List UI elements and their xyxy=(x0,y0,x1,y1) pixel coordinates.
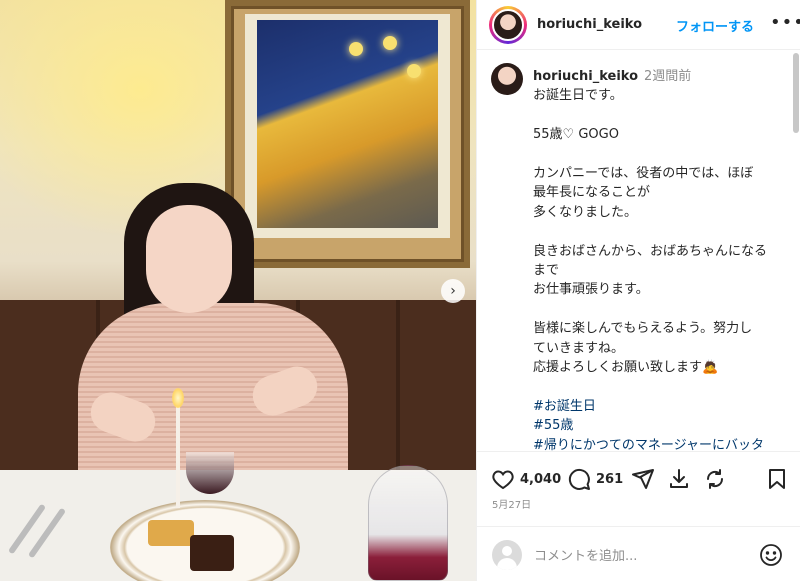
like-count[interactable]: 4,040 xyxy=(520,472,561,487)
comment-count[interactable]: 261 xyxy=(596,472,623,487)
comment-bar xyxy=(477,526,800,581)
send-icon xyxy=(632,469,654,489)
caption-username[interactable]: horiuchi_keiko xyxy=(533,69,638,84)
post-header: horiuchi_keiko フォローする ••• xyxy=(477,0,800,50)
caption-line xyxy=(533,106,781,125)
comment-input[interactable] xyxy=(534,546,754,566)
like-button[interactable]: 4,040 xyxy=(491,466,561,492)
cutlery xyxy=(7,500,70,560)
chevron-right-icon: › xyxy=(450,283,456,299)
caption-text: お誕生日です。 55歳♡ GOGO カンパニーでは、役者の中では、ほぼ 最年長になるこ… xyxy=(533,86,781,396)
repost-icon xyxy=(706,469,724,489)
candle-flame xyxy=(172,388,184,408)
caption-line: カンパニーでは、役者の中では、ほぼ xyxy=(533,166,754,181)
user-avatar-icon xyxy=(492,540,522,570)
more-options-icon[interactable]: ••• xyxy=(770,12,800,33)
comment-icon xyxy=(568,468,590,490)
caption-line: ていきますね。 xyxy=(533,340,625,356)
hashtag-link[interactable]: #帰りにかつてのマネージャーにバッタ xyxy=(533,436,781,451)
caption-line: 皆様に楽しんでもらえるよう。努力し xyxy=(533,321,753,337)
download-icon xyxy=(670,469,688,488)
caption-time: 2週間前 xyxy=(644,69,692,84)
avatar xyxy=(492,9,524,41)
caption-line xyxy=(533,222,781,241)
chocolate-cake xyxy=(190,535,234,571)
caption-line: お仕事頑張ります。 xyxy=(533,282,649,298)
scrollbar-thumb[interactable] xyxy=(793,53,799,133)
hashtag-link[interactable]: #お誕生日 xyxy=(533,397,781,416)
save-button[interactable] xyxy=(765,466,789,492)
download-button[interactable] xyxy=(667,466,691,492)
repost-button[interactable] xyxy=(703,466,727,492)
caption-hashtags: #お誕生日#55歳#帰りにかつてのマネージャーにバッタリ！#沢山の縁で繋がる人が… xyxy=(533,397,781,451)
caption-line: 55歳♡ GOGO xyxy=(533,127,619,143)
caption-line xyxy=(533,377,781,396)
caption-line: 応援よろしくお願い致します🙇 xyxy=(533,360,719,376)
caption-line xyxy=(533,145,781,164)
share-button[interactable] xyxy=(631,466,655,492)
story-ring[interactable] xyxy=(489,6,527,44)
caption-line: お誕生日です。 xyxy=(533,88,623,104)
candle xyxy=(176,398,180,508)
caption: horiuchi_keiko 2週間前 お誕生日です。 55歳♡ GOGO カンパニー… xyxy=(533,67,781,451)
wine-glass xyxy=(368,465,448,581)
caption-line: 多くなりました。 xyxy=(533,204,638,220)
follow-button[interactable]: フォローする xyxy=(676,16,754,35)
header-username[interactable]: horiuchi_keiko xyxy=(537,17,642,32)
caption-line: 良きおばさんから、おばあちゃんになる xyxy=(533,243,768,259)
post-date[interactable]: 5月27日 xyxy=(492,496,531,511)
caption-line: まで xyxy=(533,263,560,279)
hashtag-link[interactable]: #55歳 xyxy=(533,416,781,435)
person xyxy=(68,183,358,488)
post-sidebar: horiuchi_keiko フォローする ••• horiuchi_keiko… xyxy=(476,0,800,581)
next-photo-button[interactable]: › xyxy=(441,279,465,303)
caption-line: 最年長になることが xyxy=(533,185,651,201)
comment-button[interactable]: 261 xyxy=(567,466,623,492)
caption-avatar[interactable] xyxy=(491,63,523,95)
caption-scroll-area[interactable]: horiuchi_keiko 2週間前 お誕生日です。 55歳♡ GOGO カンパニー… xyxy=(477,51,800,451)
heart-icon xyxy=(492,470,514,490)
post-photo[interactable]: › xyxy=(0,0,476,581)
caption-line xyxy=(533,300,781,319)
bookmark-icon xyxy=(769,469,785,489)
tart xyxy=(148,520,194,546)
emoji-icon[interactable] xyxy=(759,543,783,567)
